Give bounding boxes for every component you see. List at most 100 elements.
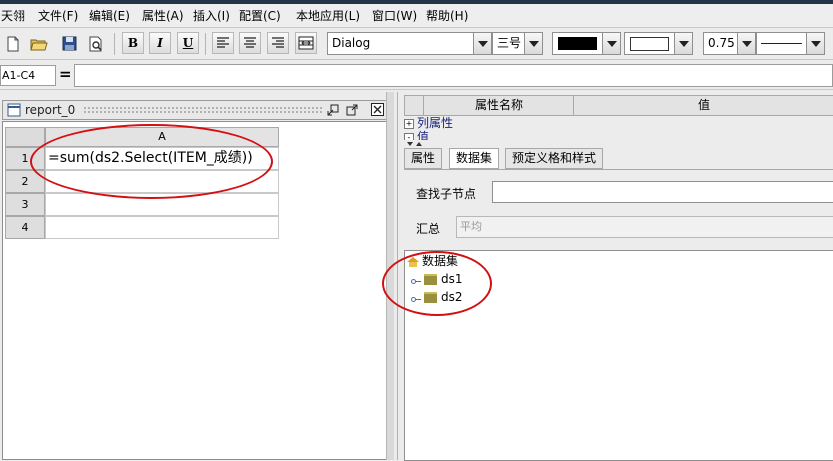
header-grip xyxy=(83,106,323,115)
collapse-icon[interactable]: - xyxy=(404,132,414,140)
properties-pane: 属性名称 值 + 列属性 -值 属性 数据集 预定义格和样式 查找子节点 汇总 平… xyxy=(397,92,833,461)
align-left-button[interactable] xyxy=(212,32,234,54)
tree-item-label: ds1 xyxy=(441,272,463,286)
menu-edit[interactable]: 编辑(E) xyxy=(89,4,130,28)
home-icon xyxy=(407,256,419,267)
menu-attributes[interactable]: 属性(A) xyxy=(142,4,184,28)
tree-item-label: ds2 xyxy=(441,290,463,304)
property-name-header: 属性名称 xyxy=(423,96,574,115)
property-value-header: 值 xyxy=(573,96,833,115)
new-file-button[interactable] xyxy=(2,32,24,54)
close-window-icon[interactable] xyxy=(371,103,384,116)
cell-reference-field[interactable]: A1-C4 xyxy=(0,65,56,86)
folder-icon xyxy=(424,274,437,285)
dataset-tree[interactable]: 数据集 ds1 ds2 xyxy=(404,250,833,461)
row-header[interactable]: 1 xyxy=(5,147,45,170)
tree-item-ds2[interactable]: ds2 xyxy=(411,289,463,305)
formula-input[interactable] xyxy=(74,64,833,87)
align-right-button[interactable] xyxy=(267,32,289,54)
report-title: report_0 xyxy=(25,103,76,117)
print-preview-button[interactable] xyxy=(85,32,107,54)
font-size-select[interactable]: 三号 xyxy=(492,32,525,55)
menubar: 天翎 文件(F) 编辑(E) 属性(A) 插入(I) 配置(C) 本地应用(L)… xyxy=(0,4,833,28)
property-table-header: 属性名称 值 xyxy=(404,95,833,116)
property-label: 列属性 xyxy=(417,116,454,130)
cell-a2[interactable] xyxy=(45,170,279,193)
cell-a1[interactable]: =sum(ds2.Select(ITEM_成绩)) xyxy=(45,147,279,170)
cell-a4[interactable] xyxy=(45,216,279,239)
tree-handle-icon xyxy=(411,293,421,303)
line-width-dropdown-arrow[interactable] xyxy=(737,32,756,55)
tree-root-label: 数据集 xyxy=(422,254,459,268)
menu-window[interactable]: 窗口(W) xyxy=(372,4,417,28)
open-file-button[interactable] xyxy=(28,32,50,54)
spreadsheet-grid[interactable]: A 1 =sum(ds2.Select(ITEM_成绩)) 2 3 4 xyxy=(2,121,388,460)
report-window-header: report_0 xyxy=(2,100,388,120)
underline-button[interactable]: U xyxy=(177,32,199,54)
align-right-icon xyxy=(272,37,284,48)
formula-bar: A1-C4 = xyxy=(0,61,833,90)
column-header-a[interactable]: A xyxy=(45,127,279,147)
dataset-tab-panel: 查找子节点 汇总 平均 数据集 ds1 ds2 xyxy=(404,169,833,461)
save-button[interactable] xyxy=(58,32,80,54)
maximize-window-icon[interactable] xyxy=(346,104,358,116)
tree-item-ds1[interactable]: ds1 xyxy=(411,271,463,287)
align-center-button[interactable] xyxy=(239,32,261,54)
row-header[interactable]: 3 xyxy=(5,193,45,216)
row-header[interactable]: 2 xyxy=(5,170,45,193)
summary-field: 平均 xyxy=(456,216,833,238)
tab-predefined-styles[interactable]: 预定义格和样式 xyxy=(505,148,604,169)
bold-button[interactable]: B xyxy=(122,32,144,54)
panel-tabs: 属性 数据集 预定义格和样式 xyxy=(404,148,833,170)
background-color-select[interactable] xyxy=(624,32,675,55)
background-color-dropdown-arrow[interactable] xyxy=(674,32,693,55)
print-preview-icon xyxy=(89,36,102,52)
line-width-select[interactable]: 0.75 xyxy=(703,32,738,55)
line-style-select[interactable] xyxy=(756,32,807,55)
menu-file[interactable]: 文件(F) xyxy=(38,4,78,28)
tab-properties[interactable]: 属性 xyxy=(404,148,443,169)
menu-app[interactable]: 天翎 xyxy=(1,4,25,28)
tree-handle-icon xyxy=(411,275,421,285)
font-size-dropdown-arrow[interactable] xyxy=(524,32,543,55)
folder-icon xyxy=(424,292,437,303)
italic-button[interactable]: I xyxy=(149,32,171,54)
menu-help[interactable]: 帮助(H) xyxy=(426,4,468,28)
expand-icon[interactable]: + xyxy=(404,118,414,129)
splitter-arrows-icon[interactable] xyxy=(406,141,424,147)
tree-root-dataset[interactable]: 数据集 xyxy=(407,253,458,269)
pane-splitter[interactable] xyxy=(386,92,394,460)
save-disk-icon xyxy=(62,36,76,51)
equals-label: = xyxy=(59,65,72,83)
open-folder-icon xyxy=(30,39,48,51)
find-child-label: 查找子节点 xyxy=(416,187,477,201)
line-style-dropdown-arrow[interactable] xyxy=(806,32,825,55)
row-header[interactable]: 4 xyxy=(5,216,45,239)
foreground-color-dropdown-arrow[interactable] xyxy=(602,32,621,55)
line-style-preview xyxy=(761,43,802,44)
report-doc-icon xyxy=(7,103,21,117)
tab-dataset[interactable]: 数据集 xyxy=(449,148,500,169)
toolbar: B I U Dialog 三号 0.75 xyxy=(0,29,833,60)
merge-cells-button[interactable] xyxy=(295,32,317,54)
new-file-icon xyxy=(7,36,19,52)
restore-window-icon[interactable] xyxy=(327,104,339,116)
summary-label: 汇总 xyxy=(416,222,441,236)
menu-config[interactable]: 配置(C) xyxy=(239,4,281,28)
align-center-icon xyxy=(244,37,256,48)
property-row-value[interactable]: -值 xyxy=(404,130,833,140)
menu-insert[interactable]: 插入(I) xyxy=(193,4,230,28)
find-child-input[interactable] xyxy=(492,181,833,203)
grid-corner[interactable] xyxy=(5,127,45,147)
report-editor-pane: report_0 A 1 =sum(ds2.Select(ITEM_成绩)) 2… xyxy=(0,92,394,460)
property-label: 值 xyxy=(417,130,430,140)
foreground-color-select[interactable] xyxy=(552,32,603,55)
merge-cells-icon xyxy=(298,36,314,50)
font-name-dropdown-arrow[interactable] xyxy=(473,32,492,55)
background-color-swatch xyxy=(630,37,669,51)
cell-a3[interactable] xyxy=(45,193,279,216)
font-name-select[interactable]: Dialog xyxy=(327,32,474,55)
foreground-color-swatch xyxy=(558,37,597,50)
menu-local-apps[interactable]: 本地应用(L) xyxy=(296,4,360,28)
property-row-column[interactable]: + 列属性 xyxy=(404,116,833,130)
